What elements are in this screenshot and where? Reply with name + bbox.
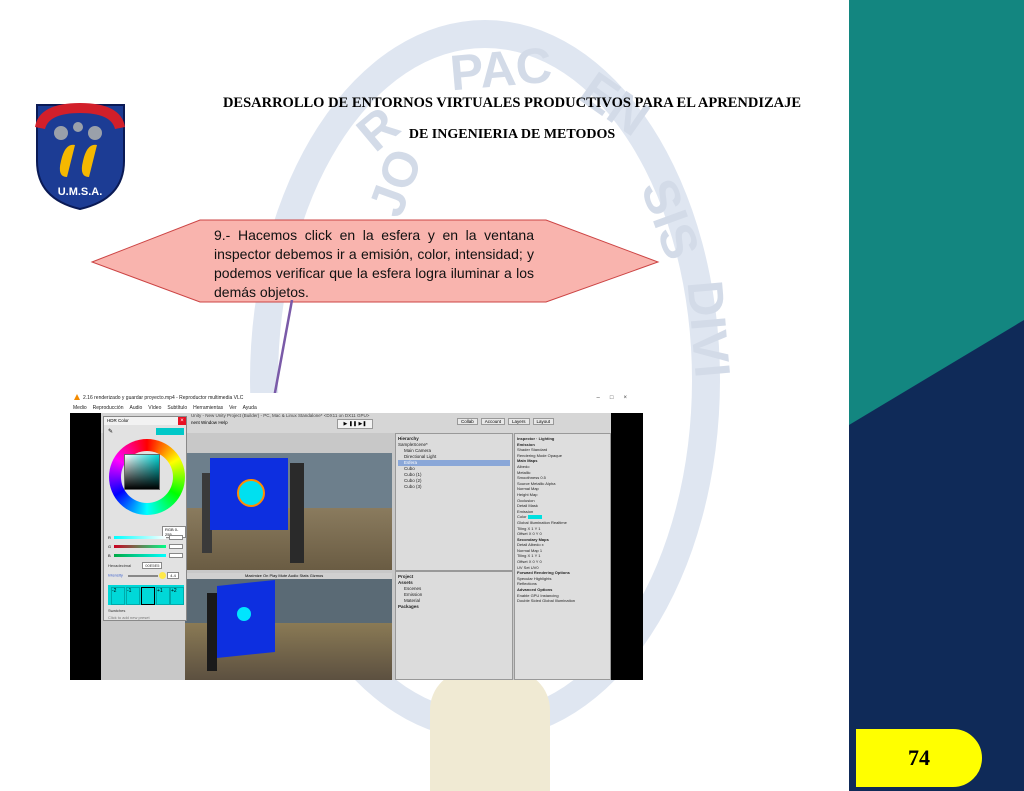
video-letterbox-right	[611, 413, 643, 680]
menu-item-ver[interactable]: Ver	[229, 405, 237, 411]
exposure-swatch[interactable]: -1	[126, 587, 140, 605]
channel-r-row[interactable]: R	[108, 535, 184, 540]
intensity-value-field[interactable]: 4.4	[167, 571, 179, 579]
channel-b-label: B	[108, 553, 111, 558]
channel-r-slider[interactable]	[114, 536, 166, 539]
channel-g-value[interactable]	[169, 544, 183, 549]
channel-r-value[interactable]	[169, 535, 183, 540]
game-toolbar: Maximize On Play Mute Audio Stats Gizmos	[185, 573, 392, 579]
exposure-swatch[interactable]: +2	[170, 587, 184, 605]
document-title-line2: DE INGENIERIA DE METODOS	[408, 127, 616, 142]
tab-lighting[interactable]: Lighting	[539, 436, 555, 441]
channel-r-label: R	[108, 535, 111, 540]
window-controls[interactable]: –□×	[597, 393, 637, 404]
vlc-window-title: 2.16 renderizado y guardar proyecto.mp4 …	[83, 395, 244, 401]
exposure-swatch-label: -2	[112, 588, 117, 594]
account-button[interactable]: Account	[480, 418, 506, 425]
vlc-screenshot: 2.16 renderizado y guardar proyecto.mp4 …	[70, 393, 643, 680]
close-icon[interactable]: ×	[178, 417, 186, 425]
hex-label: Hexadecimal	[108, 563, 132, 568]
menu-item-audio[interactable]: Audio	[129, 405, 142, 411]
channel-g-slider[interactable]	[114, 545, 166, 548]
unity-menu: nent Window Help	[191, 420, 228, 425]
hex-row: Hexadecimal 00E5E5	[108, 562, 163, 569]
saturation-value-square[interactable]	[124, 454, 160, 490]
emission-color-swatch[interactable]	[527, 515, 542, 520]
game-view[interactable]: Maximize On Play Mute Audio Stats Gizmos	[185, 573, 392, 680]
color-picker-title: HDR Color	[107, 418, 129, 423]
callout-pointer-line	[272, 300, 294, 399]
menu-item-ayuda[interactable]: Ayuda	[243, 405, 257, 411]
unity-menu-component[interactable]: nent	[191, 420, 200, 425]
exposure-swatch-label: -1	[127, 588, 132, 594]
swatches-label: Swatches	[108, 608, 126, 613]
hierarchy-panel: Hierarchy SampleScene* Main Camera Direc…	[395, 433, 513, 571]
unity-top-tabs: Collab Account Layers Layout	[457, 418, 557, 425]
inspector-color-label: Color	[517, 514, 527, 520]
channel-b-value[interactable]	[169, 553, 183, 558]
page-number: 74	[908, 745, 930, 770]
menu-item-reproduccion[interactable]: Reproducción	[93, 405, 124, 411]
intensity-row: Intensity 4.4	[108, 571, 179, 579]
exposure-swatch-label: +1	[157, 588, 163, 594]
page-number-badge: 74	[855, 728, 983, 788]
current-color-swatch	[156, 428, 184, 435]
exposure-swatch-label: +2	[171, 588, 177, 594]
channel-g-row[interactable]: G	[108, 544, 184, 549]
unity-menu-help[interactable]: Help	[218, 420, 227, 425]
tab-inspector[interactable]: Inspector	[517, 436, 535, 441]
collab-button[interactable]: Collab	[457, 418, 478, 425]
menu-item-subtitulo[interactable]: Subtítulo	[167, 405, 187, 411]
video-letterbox-left	[70, 413, 101, 680]
unity-title: Unity - New Unity Project (Builder) - PC…	[191, 413, 370, 418]
intensity-slider[interactable]	[128, 574, 159, 577]
scene-sphere[interactable]	[237, 479, 265, 507]
unity-menu-window[interactable]: Window	[201, 420, 217, 425]
vlc-title-bar: 2.16 renderizado y guardar proyecto.mp4 …	[70, 393, 643, 404]
menu-item-video[interactable]: Vídeo	[148, 405, 161, 411]
instruction-callout-text: 9.- Hacemos click en la esfera y en la v…	[214, 227, 534, 300]
channel-b-row[interactable]: B	[108, 553, 184, 558]
project-panel: Project Assets Escenes Emission Material…	[395, 571, 513, 680]
intensity-label: Intensity	[108, 572, 123, 578]
eyedropper-icon[interactable]: ✎	[108, 428, 113, 435]
play-controls[interactable]: ▶ ❚❚ ▶❚	[337, 419, 373, 429]
layers-button[interactable]: Layers	[508, 418, 530, 425]
exposure-swatch-selected[interactable]	[141, 587, 155, 605]
channel-g-label: G	[108, 544, 112, 549]
game-cube	[207, 593, 217, 671]
layout-button[interactable]: Layout	[532, 418, 555, 425]
watermark-seal-base	[430, 670, 550, 791]
scene-cube	[290, 463, 304, 563]
hierarchy-item[interactable]: Cubo (3)	[398, 484, 510, 490]
vlc-cone-icon	[74, 394, 80, 400]
document-title-line1: DESARROLLO DE ENTORNOS VIRTUALES PRODUCT…	[222, 95, 802, 111]
menu-item-herramientas[interactable]: Herramientas	[193, 405, 223, 411]
intensity-slider-handle[interactable]	[159, 572, 167, 579]
vlc-menu-bar: Medio Reproducción Audio Vídeo Subtítulo Herr…	[70, 404, 643, 413]
channel-b-slider[interactable]	[114, 554, 166, 557]
add-preset-hint[interactable]: Click to add new preset	[108, 615, 150, 620]
project-folder[interactable]: Packages	[398, 604, 510, 610]
inspector-line[interactable]: Double Sided Global Illumination	[517, 598, 608, 604]
menu-item-medio[interactable]: Medio	[73, 405, 87, 411]
exposure-swatch[interactable]: -2	[111, 587, 125, 605]
hex-value-field[interactable]: 00E5E5	[142, 562, 163, 569]
game-glowing-sphere	[237, 607, 251, 621]
hdr-color-picker: HDR Color× ✎ RGB 0-255 R G B Hexadecimal…	[103, 416, 187, 621]
color-picker-title-bar: HDR Color ×	[104, 417, 186, 425]
exposure-swatches: -2 -1 +1 +2	[108, 585, 184, 605]
scene-view[interactable]	[185, 453, 392, 570]
inspector-panel: Inspector · Lighting Emission Shader Sta…	[514, 433, 611, 680]
exposure-swatch[interactable]: +1	[156, 587, 170, 605]
logo-bottom-text: U.M.S.A.	[58, 186, 103, 198]
umsa-logo: U.M.S.A.	[35, 103, 125, 211]
